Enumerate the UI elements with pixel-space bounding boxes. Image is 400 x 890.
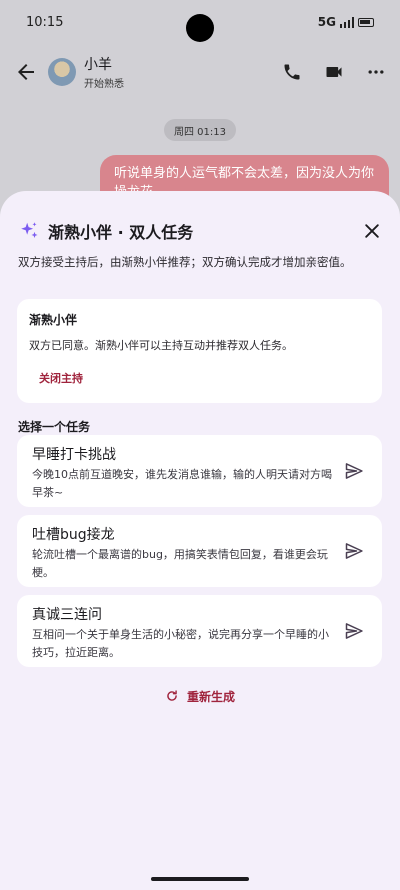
close-icon[interactable] bbox=[362, 221, 382, 241]
host-title: 渐熟小伴 bbox=[29, 313, 78, 327]
host-card: 渐熟小伴 双方已同意。渐熟小伴可以主持互动并推荐双人任务。 关闭主持 bbox=[17, 299, 382, 403]
task-card-bug-relay[interactable]: 吐槽bug接龙 轮流吐槽一个最离谱的bug，用搞笑表情包回复，看谁更会玩梗。 bbox=[17, 515, 382, 587]
signal-icon bbox=[340, 16, 354, 28]
task-title: 早睡打卡挑战 bbox=[32, 447, 116, 463]
task-bottom-sheet: 渐熟小伴 · 双人任务 双方接受主持后，由渐熟小伴推荐；双方确认完成才增加亲密值… bbox=[0, 191, 400, 890]
task-description: 互相问一个关于单身生活的小秘密，说完再分享一个早睡的小技巧，拉近距离。 bbox=[32, 628, 329, 659]
phone-icon[interactable] bbox=[282, 62, 302, 82]
video-icon[interactable] bbox=[324, 62, 344, 82]
status-indicators: 5G bbox=[318, 15, 374, 29]
host-description: 双方已同意。渐熟小伴可以主持互动并推荐双人任务。 bbox=[29, 339, 293, 352]
sheet-header: 渐熟小伴 · 双人任务 bbox=[18, 218, 382, 244]
task-title: 吐槽bug接龙 bbox=[32, 527, 115, 543]
regenerate-button[interactable]: 重新生成 bbox=[0, 686, 400, 706]
close-host-button[interactable]: 关闭主持 bbox=[39, 370, 83, 386]
status-time: 10:15 bbox=[26, 14, 64, 30]
home-indicator[interactable] bbox=[151, 877, 249, 881]
more-icon[interactable] bbox=[366, 62, 386, 82]
network-label: 5G bbox=[317, 15, 336, 29]
avatar[interactable] bbox=[48, 58, 76, 86]
sheet-title: 渐熟小伴 · 双人任务 bbox=[48, 223, 194, 242]
task-title: 真诚三连问 bbox=[32, 607, 102, 623]
chat-header: 小羊 开始熟悉 bbox=[0, 50, 400, 94]
contact-info: 小羊 开始熟悉 bbox=[84, 54, 124, 90]
contact-name: 小羊 bbox=[84, 57, 112, 73]
header-actions bbox=[282, 62, 386, 82]
task-description: 轮流吐槽一个最离谱的bug，用搞笑表情包回复，看谁更会玩梗。 bbox=[32, 548, 328, 579]
battery-icon bbox=[358, 17, 374, 27]
regenerate-label: 重新生成 bbox=[186, 689, 235, 704]
task-card-early-sleep[interactable]: 早睡打卡挑战 今晚10点前互道晚安，谁先发消息谁输，输的人明天请对方喝早茶~ bbox=[17, 435, 382, 507]
sparkle-icon bbox=[21, 222, 38, 238]
sheet-description: 双方接受主持后，由渐熟小伴推荐；双方确认完成才增加亲密值。 bbox=[18, 255, 352, 269]
date-chip: 周四 01:13 bbox=[164, 119, 236, 141]
task-card-three-questions[interactable]: 真诚三连问 互相问一个关于单身生活的小秘密，说完再分享一个早睡的小技巧，拉近距离… bbox=[17, 595, 382, 667]
camera-cutout bbox=[186, 14, 214, 42]
refresh-icon bbox=[167, 690, 177, 701]
send-icon[interactable] bbox=[344, 621, 364, 641]
contact-status: 开始熟悉 bbox=[84, 79, 124, 90]
task-section-label: 选择一个任务 bbox=[18, 420, 91, 434]
task-description: 今晚10点前互道晚安，谁先发消息谁输，输的人明天请对方喝早茶~ bbox=[32, 468, 332, 499]
back-icon[interactable] bbox=[14, 60, 38, 84]
send-icon[interactable] bbox=[344, 461, 364, 481]
send-icon[interactable] bbox=[344, 541, 364, 561]
